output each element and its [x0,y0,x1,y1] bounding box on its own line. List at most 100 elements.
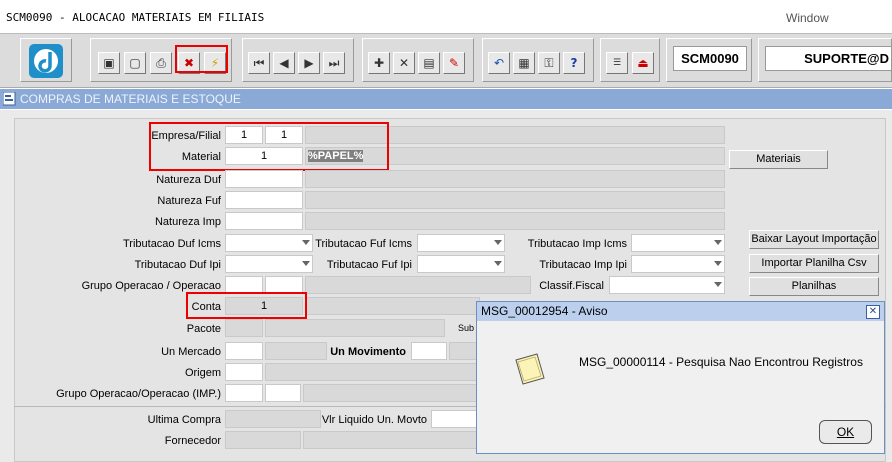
natureza-imp-label: Natureza Imp [154,216,221,228]
vlr-liquido-label: Vlr Liquido Un. Movto [321,414,427,426]
trib-duf-ipi-label: Tributacao Duf Ipi [134,259,221,271]
chevron-down-icon [714,240,722,245]
dialog-message: MSG_00000114 - Pesquisa Nao Encontrou Re… [579,355,863,369]
natureza-fuf-label: Natureza Fuf [157,195,221,207]
un-movimento-label: Un Movimento [330,346,406,358]
importar-planilha-button[interactable]: Importar Planilha Csv [749,254,879,273]
clipboard-icon[interactable]: ▦ [513,52,535,74]
logo-group [20,38,72,82]
alert-dialog: MSG_00012954 - Aviso ✕ MSG_00000114 - Pe… [476,301,885,454]
origem-desc [265,363,480,381]
trib-duf-icms-label: Tributacao Duf Icms [122,238,221,250]
chevron-down-icon [302,240,310,245]
lov-icon[interactable]: ▤ [418,52,440,74]
close-icon[interactable]: ✕ [866,305,880,319]
highlight-empresa-material [149,122,389,171]
grupo-operacao-imp-desc [303,384,480,402]
menu-exit-group: ☰ ⏏ [600,38,660,82]
trib-imp-icms-select[interactable] [631,234,725,252]
title-bar: SCM0090 - ALOCACAO MATERIAIS EM FILIAIS … [0,0,892,33]
delete-record-icon[interactable]: ✕ [393,52,415,74]
un-mercado-field[interactable] [225,342,263,360]
chevron-down-icon [494,261,502,266]
trib-duf-icms-select[interactable] [225,234,313,252]
un-mercado-desc [265,342,327,360]
natureza-imp-desc [305,212,725,230]
pacote-desc [265,319,445,337]
first-record-icon[interactable]: ⏮ [248,52,270,74]
trib-imp-ipi-select[interactable] [631,255,725,273]
user-name: SUPORTE@D [765,46,892,71]
edit-icon[interactable]: ✎ [443,52,465,74]
app-logo-icon [29,44,63,78]
grupo-imp-field[interactable] [225,384,263,402]
exit-icon[interactable]: ⏏ [632,52,654,74]
form-code: SCM0090 [673,46,747,71]
section-title: COMPRAS DE MATERIAIS E ESTOQUE [20,92,241,106]
fornecedor-field [225,431,301,449]
save-icon[interactable]: ▣ [98,52,120,74]
grupo-operacao-imp-label: Grupo Operacao/Operacao (IMP.) [56,388,221,400]
trib-imp-icms-label: Tributacao Imp Icms [527,238,627,250]
record-group: ✚ ✕ ▤ ✎ [362,38,474,82]
window-title: SCM0090 - ALOCACAO MATERIAIS EM FILIAIS [6,11,265,24]
dialog-header: MSG_00012954 - Aviso ✕ [477,302,884,321]
baixar-layout-button[interactable]: Baixar Layout Importação [749,230,879,249]
chevron-down-icon [714,282,722,287]
section-header: COMPRAS DE MATERIAIS E ESTOQUE [0,89,892,109]
trib-fuf-icms-select[interactable] [417,234,505,252]
ultima-compra-label: Ultima Compra [147,414,221,426]
chevron-down-icon [302,261,310,266]
grupo-operacao-desc [305,276,531,294]
chevron-down-icon [494,240,502,245]
conta-desc [305,297,480,315]
print-icon[interactable]: ⎙ [150,52,172,74]
insert-record-icon[interactable]: ✚ [368,52,390,74]
natureza-fuf-desc [305,191,725,209]
previous-record-icon[interactable]: ◀ [273,52,295,74]
grupo-operacao-label: Grupo Operacao / Operacao [81,280,221,292]
ultima-compra-field [225,410,321,428]
window-icon[interactable]: ▢ [124,52,146,74]
last-record-icon[interactable]: ⏭ [323,52,345,74]
natureza-duf-label: Natureza Duf [156,174,221,186]
un-mercado-label: Un Mercado [161,346,221,358]
highlight-query-buttons [175,45,228,73]
chevron-down-icon [714,261,722,266]
trib-duf-ipi-select[interactable] [225,255,313,273]
fornecedor-label: Fornecedor [164,435,221,447]
operacao-imp-field[interactable] [265,384,301,402]
help-icon[interactable]: ? [563,52,585,74]
toolbar: ▣ ▢ ⎙ ✖ ⚡ ⏮ ◀ ▶ ⏭ ✚ ✕ ▤ ✎ ↶ ▦ ⚿ ? ☰ ⏏ SC… [0,33,892,88]
classif-fiscal-select[interactable] [609,276,725,294]
trib-fuf-ipi-label: Tributacao Fuf Ipi [326,259,412,271]
origem-field[interactable] [225,363,263,381]
classif-fiscal-label: Classif.Fiscal [539,280,604,292]
un-movimento-field[interactable] [411,342,447,360]
menu-icon[interactable]: ☰ [606,52,628,74]
trib-fuf-icms-label: Tributacao Fuf Icms [315,238,412,250]
key-icon[interactable]: ⚿ [538,52,560,74]
note-icon [515,353,545,385]
planilhas-button[interactable]: Planilhas [749,277,879,296]
section-icon [3,92,16,106]
trib-fuf-ipi-select[interactable] [417,255,505,273]
origem-label: Origem [184,367,221,379]
pacote-field [225,319,263,337]
tools-group: ↶ ▦ ⚿ ? [482,38,594,82]
natureza-duf-field[interactable] [225,170,303,188]
undo-icon[interactable]: ↶ [488,52,510,74]
natureza-duf-desc [305,170,725,188]
un-movimento-desc [449,342,479,360]
dialog-title: MSG_00012954 - Aviso [481,304,608,318]
natureza-fuf-field[interactable] [225,191,303,209]
window-menu[interactable]: Window [786,11,829,25]
pacote-label: Pacote [186,323,221,335]
vlr-liquido-field[interactable] [431,410,479,428]
ok-button[interactable]: OK [819,420,872,444]
next-record-icon[interactable]: ▶ [298,52,320,74]
trib-imp-ipi-label: Tributacao Imp Ipi [539,259,627,271]
navigation-group: ⏮ ◀ ▶ ⏭ [242,38,354,82]
natureza-imp-field[interactable] [225,212,303,230]
materiais-button[interactable]: Materiais [729,150,828,169]
